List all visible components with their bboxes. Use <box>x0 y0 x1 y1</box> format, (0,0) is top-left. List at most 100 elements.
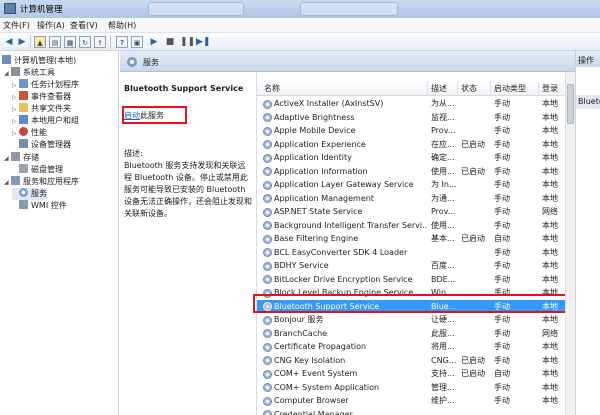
menu-help[interactable]: 帮助(H) <box>108 20 136 31</box>
service-gear-icon <box>263 113 272 122</box>
service-status: 已启动 <box>461 139 485 149</box>
service-row[interactable]: Apple Mobile Device Prov... 手动 本地 <box>257 124 575 138</box>
service-row[interactable]: BitLocker Drive Encryption Service BDE...… <box>257 273 575 287</box>
tree-item-task-scheduler[interactable]: ▷ 任务计划程序 <box>12 79 79 91</box>
scrollbar-thumb[interactable] <box>567 84 574 124</box>
column-description[interactable]: 描述 <box>431 83 447 94</box>
service-name: BitLocker Drive Encryption Service <box>274 274 413 284</box>
service-row[interactable]: COM+ Event System 支持... 已启动 自动 本地 <box>257 367 575 381</box>
service-row[interactable]: Application Identity 确定... 手动 本地 <box>257 151 575 165</box>
tree-item-shared-folders[interactable]: ▷ 共享文件夹 <box>12 103 71 115</box>
export-icon[interactable]: ⇪ <box>94 36 106 48</box>
column-logon[interactable]: 登录 <box>542 83 558 94</box>
stop-service-icon[interactable]: ■ <box>164 36 176 48</box>
service-status: 已启动 <box>461 166 485 176</box>
service-gear-icon <box>263 153 272 163</box>
selected-row-highlight-box <box>253 294 575 313</box>
back-icon[interactable]: ◀ <box>3 36 15 48</box>
taskbar-tab[interactable] <box>148 2 244 16</box>
start-service-link[interactable]: 启动此服务 <box>124 110 164 121</box>
service-gear-icon <box>263 369 272 379</box>
service-row[interactable]: Credential Manager <box>257 408 575 415</box>
taskbar-tab[interactable] <box>300 2 398 16</box>
tree-item-wmi[interactable]: WMI 控件 <box>12 200 67 212</box>
service-name: Adaptive Brightness <box>274 112 355 122</box>
service-startup-type: 手动 <box>494 166 510 176</box>
service-row[interactable]: Adaptive Brightness 监视... 手动 本地 <box>257 111 575 125</box>
restart-service-icon[interactable]: ▶❚ <box>196 36 210 48</box>
service-row[interactable]: ActiveX Installer (AxInstSV) 为从... 手动 本地 <box>257 97 575 111</box>
service-startup-type: 手动 <box>494 99 510 108</box>
service-row[interactable]: CNG Key Isolation CNG... 已启动 手动 本地 <box>257 354 575 368</box>
service-status: 已启动 <box>461 234 485 243</box>
service-row[interactable]: Background Intelligent Transfer Servi...… <box>257 219 575 233</box>
service-gear-icon <box>263 329 272 338</box>
service-startup-type: 手动 <box>494 328 510 338</box>
service-row[interactable]: BranchCache 此服... 手动 网络 <box>257 327 575 341</box>
forward-icon[interactable]: ▶ <box>16 36 28 48</box>
service-row[interactable]: ASP.NET State Service Prov... 手动 网络 <box>257 205 575 219</box>
tree-item-disk-management[interactable]: 磁盘管理 <box>12 164 63 176</box>
service-description: 此服... <box>431 328 455 338</box>
service-gear-icon <box>263 275 272 284</box>
start-service-icon[interactable]: ▶ <box>148 36 160 48</box>
tree-item-services-apps[interactable]: ◢ 服务和应用程序 <box>4 176 79 188</box>
service-row[interactable]: Certificate Propagation 将用... 手动 本地 <box>257 340 575 354</box>
service-row[interactable]: BDHY Service 百度... 手动 本地 <box>257 259 575 273</box>
service-row[interactable]: Application Layer Gateway Service 为 In...… <box>257 178 575 192</box>
tools-icon <box>11 67 20 76</box>
menu-view[interactable]: 查看(V) <box>70 20 98 31</box>
service-row[interactable]: Application Management 为通... 手动 本地 <box>257 192 575 206</box>
service-startup-type: 手动 <box>494 247 510 257</box>
console-icon[interactable]: ▣ <box>131 36 143 48</box>
service-description: 在应... <box>431 139 455 149</box>
show-tree-icon[interactable]: ▤ <box>49 36 61 48</box>
tree-item-event-viewer[interactable]: ▷ 事件查看器 <box>12 91 71 103</box>
help-icon[interactable]: ? <box>116 36 128 48</box>
menu-action[interactable]: 操作(A) <box>37 20 65 31</box>
service-startup-type: 自动 <box>494 234 510 243</box>
actions-pane: 操作 Blueto <box>575 51 600 415</box>
column-status[interactable]: 状态 <box>461 83 477 94</box>
start-link-suffix: 此服务 <box>140 111 164 120</box>
tree-item-device-manager[interactable]: 设备管理器 <box>12 139 71 151</box>
service-gear-icon <box>263 99 272 109</box>
service-row[interactable]: BCL EasyConverter SDK 4 Loader 手动 本地 <box>257 246 575 260</box>
column-divider[interactable] <box>427 81 428 94</box>
service-row[interactable]: Application Experience 在应... 已启动 手动 本地 <box>257 138 575 152</box>
wmi-icon <box>19 200 28 209</box>
tree-item-system-tools[interactable]: ◢ 系统工具 <box>4 67 55 79</box>
service-description: 为 In... <box>431 180 457 189</box>
service-name: Credential Manager <box>274 409 353 415</box>
menu-file[interactable]: 文件(F) <box>3 20 30 31</box>
tree-item-performance[interactable]: ▷ 性能 <box>12 127 47 139</box>
tree-item-services[interactable]: 服务 <box>12 188 47 200</box>
service-row[interactable]: Bonjour 服务 让硬... 手动 本地 <box>257 313 575 327</box>
column-divider[interactable] <box>490 81 491 94</box>
service-startup-type: 手动 <box>494 382 510 392</box>
column-name[interactable]: 名称 <box>264 83 280 94</box>
service-startup-type: 手动 <box>494 153 510 162</box>
service-startup-type: 手动 <box>494 342 510 351</box>
service-gear-icon <box>263 140 272 149</box>
tree-item-local-users[interactable]: ▷ 本地用户和组 <box>12 115 79 127</box>
column-divider[interactable] <box>457 81 458 94</box>
service-gear-icon <box>263 383 272 392</box>
refresh-icon[interactable]: ↻ <box>79 36 91 48</box>
column-startup-type[interactable]: 启动类型 <box>494 83 526 94</box>
properties-icon[interactable]: ▦ <box>64 36 76 48</box>
service-name: BranchCache <box>274 328 328 338</box>
service-row[interactable]: COM+ System Application 管理... 手动 本地 <box>257 381 575 395</box>
actions-subheader[interactable]: Blueto <box>576 95 600 109</box>
service-row[interactable]: Base Filtering Engine 基本... 已启动 自动 本地 <box>257 232 575 246</box>
column-divider[interactable] <box>538 81 539 94</box>
tree-item-computer-management[interactable]: 计算机管理(本地) <box>2 55 76 67</box>
tree-item-storage[interactable]: ◢ 存储 <box>4 152 39 164</box>
start-link-text[interactable]: 启动 <box>124 111 140 120</box>
up-folder-icon[interactable]: ▲ <box>34 36 46 48</box>
pause-service-icon[interactable]: ❚❚ <box>180 36 195 48</box>
service-row[interactable]: Application Information 使用... 已启动 手动 本地 <box>257 165 575 179</box>
services-scrollbar[interactable] <box>565 72 575 415</box>
service-row[interactable]: Computer Browser 维护... 手动 本地 <box>257 394 575 408</box>
service-description: 监视... <box>431 112 455 122</box>
